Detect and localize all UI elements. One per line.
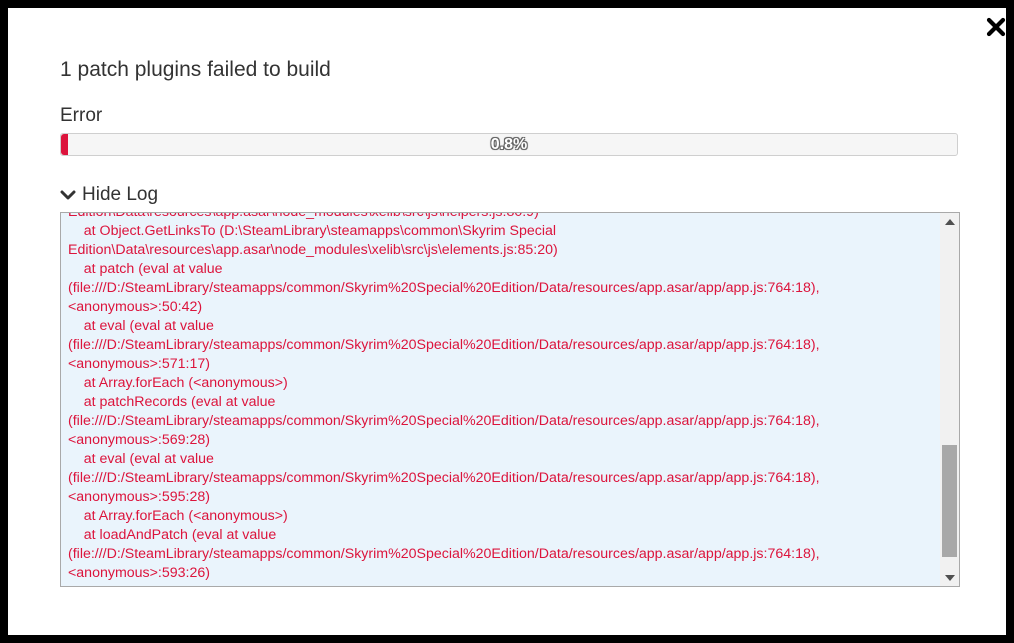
scroll-down-button[interactable] — [940, 569, 959, 586]
log-line: <anonymous>:50:42) — [68, 299, 203, 315]
progress-text: 0.8% — [490, 136, 528, 153]
log-content: Edition\Data\resources\app.asar\node_mod… — [68, 212, 938, 583]
log-line: (file:///D:/SteamLibrary/steamapps/commo… — [68, 413, 820, 429]
log-line: (file:///D:/SteamLibrary/steamapps/commo… — [68, 470, 820, 486]
triangle-down-icon — [944, 574, 955, 581]
hide-log-label: Hide Log — [82, 184, 159, 205]
scroll-up-button[interactable] — [940, 213, 959, 230]
log-line: at Object.GetLinksTo (D:\SteamLibrary\st… — [68, 223, 557, 239]
log-line: (file:///D:/SteamLibrary/steamapps/commo… — [68, 280, 820, 296]
log-line: at loadAndPatch (eval at value — [68, 527, 277, 543]
hide-log-toggle[interactable]: Hide Log — [60, 183, 158, 207]
log-line: <anonymous>:569:28) — [68, 432, 210, 448]
log-line: at eval (eval at value — [68, 318, 214, 334]
log-line: at eval (eval at value — [68, 451, 214, 467]
log-line: at Array.forEach (<anonymous>) — [68, 375, 288, 391]
log-line: <anonymous>:593:26) — [68, 565, 210, 581]
log-line: (file:///D:/SteamLibrary/steamapps/commo… — [68, 337, 820, 353]
log-line: Edition\Data\resources\app.asar\node_mod… — [68, 242, 558, 258]
error-log[interactable]: Edition\Data\resources\app.asar\node_mod… — [60, 212, 960, 587]
log-line: <anonymous>:595:28) — [68, 489, 210, 505]
log-line: at patchRecords (eval at value — [68, 394, 276, 410]
log-line: <anonymous>:571:17) — [68, 356, 210, 372]
scroll-thumb[interactable] — [942, 445, 957, 557]
log-line: Edition\Data\resources\app.asar\node_mod… — [68, 212, 539, 220]
close-button[interactable] — [985, 16, 1007, 38]
log-scrollbar[interactable] — [940, 213, 959, 586]
progress-bar: 0.8% — [60, 133, 958, 156]
log-line: at Array.forEach (<anonymous>) — [68, 508, 288, 524]
triangle-up-icon — [944, 218, 955, 225]
dialog-title: 1 patch plugins failed to build — [60, 58, 331, 81]
status-label: Error — [60, 105, 103, 126]
log-line: at patch (eval at value — [68, 261, 223, 277]
chevron-down-icon — [60, 190, 76, 200]
build-error-dialog: 1 patch plugins failed to build Error 0.… — [8, 8, 1006, 635]
log-line: (file:///D:/SteamLibrary/steamapps/commo… — [68, 546, 820, 562]
close-icon — [986, 17, 1006, 37]
